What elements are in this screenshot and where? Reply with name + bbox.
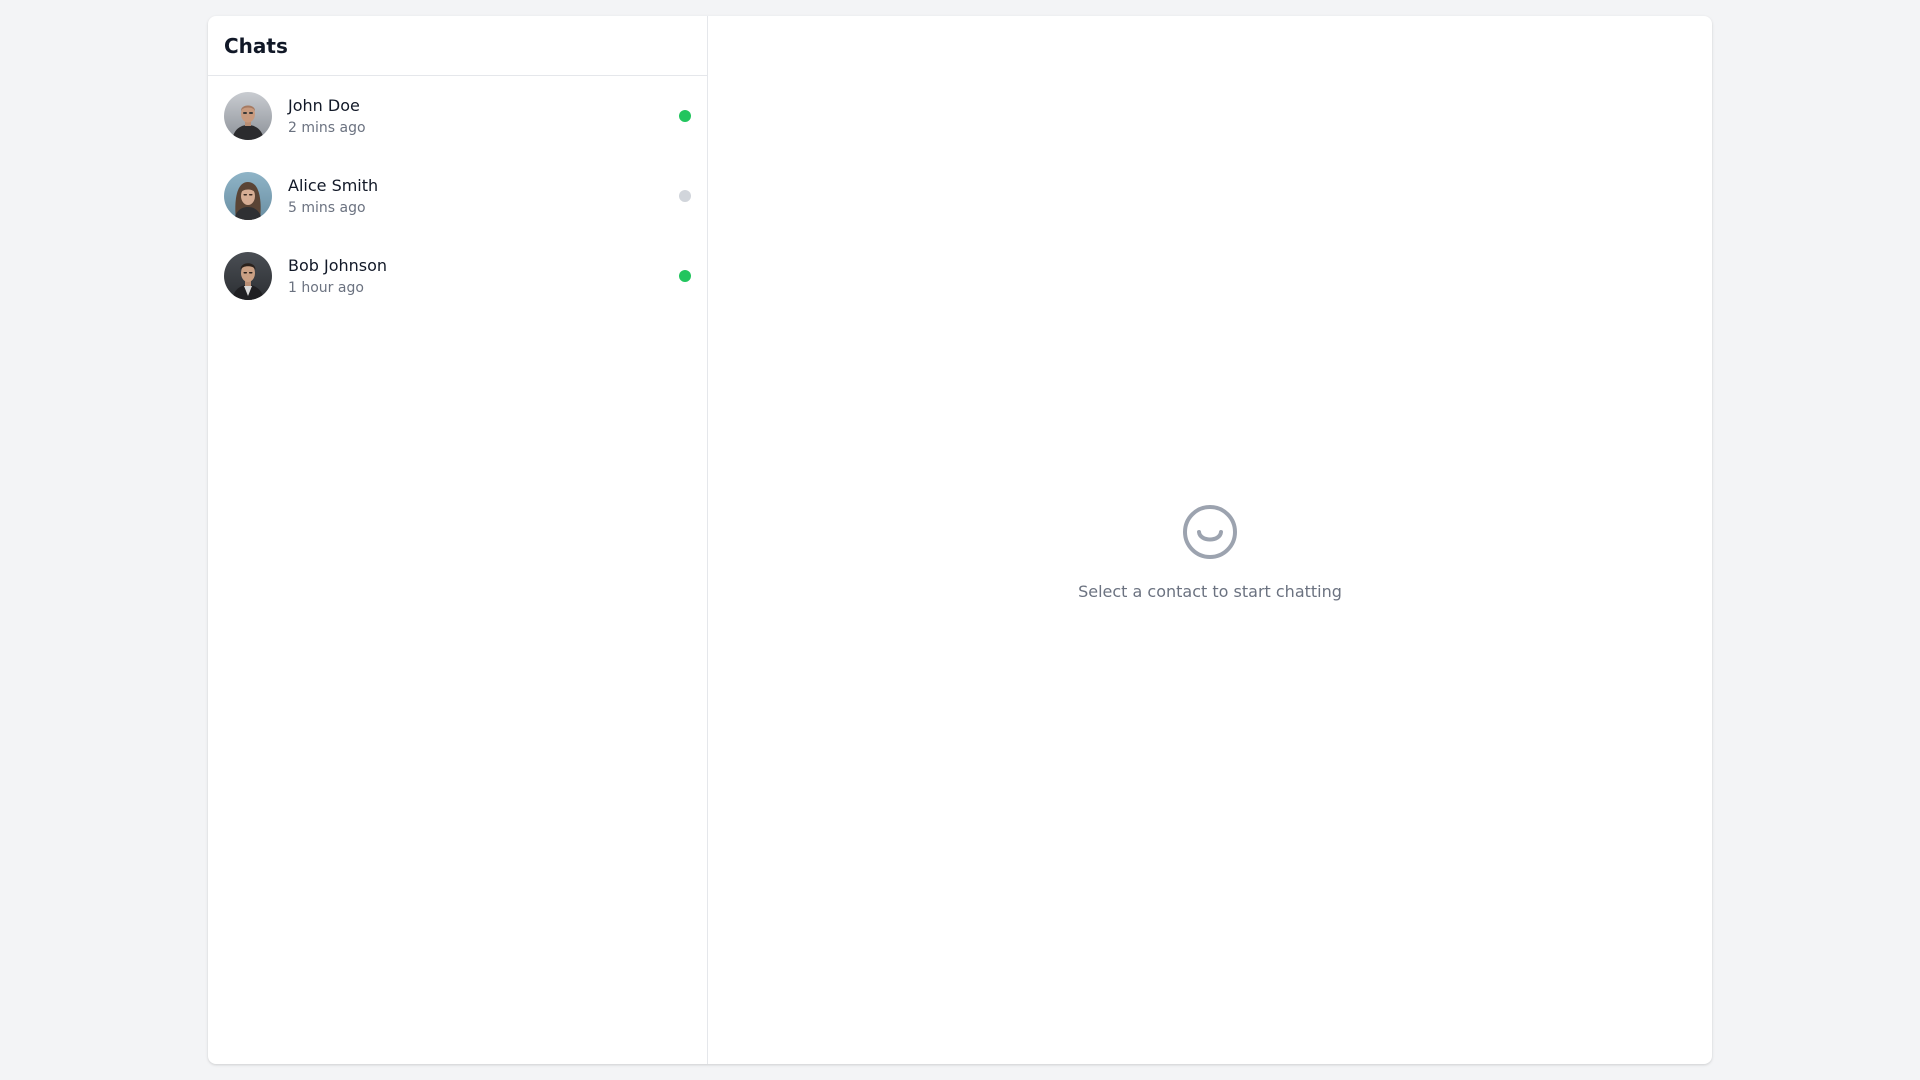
contact-item-bob-johnson[interactable]: Bob Johnson 1 hour ago [208,236,707,316]
smiley-icon [1182,504,1238,564]
sidebar-title: Chats [224,33,288,58]
empty-state-message: Select a contact to start chatting [1078,581,1342,601]
sidebar: Chats John Doe 2 mins ago Alice Smith 5 … [208,16,708,1064]
contact-info: Bob Johnson 1 hour ago [288,255,679,298]
offline-status-dot [679,190,691,202]
contact-last-seen: 1 hour ago [288,279,364,296]
contact-last-seen: 5 mins ago [288,199,366,216]
avatar [224,172,272,220]
chat-panel: Select a contact to start chatting [708,16,1712,1064]
contact-name: John Doe [288,95,360,115]
contact-item-john-doe[interactable]: John Doe 2 mins ago [208,76,707,156]
contact-name: Alice Smith [288,175,379,195]
contact-name: Bob Johnson [288,255,388,275]
chat-app-window: Chats John Doe 2 mins ago Alice Smith 5 … [208,16,1712,1064]
avatar [224,92,272,140]
contact-last-seen: 2 mins ago [288,119,366,136]
contact-info: Alice Smith 5 mins ago [288,175,679,218]
contact-list: John Doe 2 mins ago Alice Smith 5 mins a… [208,76,707,316]
contact-item-alice-smith[interactable]: Alice Smith 5 mins ago [208,156,707,236]
sidebar-header: Chats [208,16,707,76]
empty-state: Select a contact to start chatting [1078,504,1342,601]
contact-info: John Doe 2 mins ago [288,95,679,138]
avatar [224,252,272,300]
online-status-dot [679,270,691,282]
online-status-dot [679,110,691,122]
